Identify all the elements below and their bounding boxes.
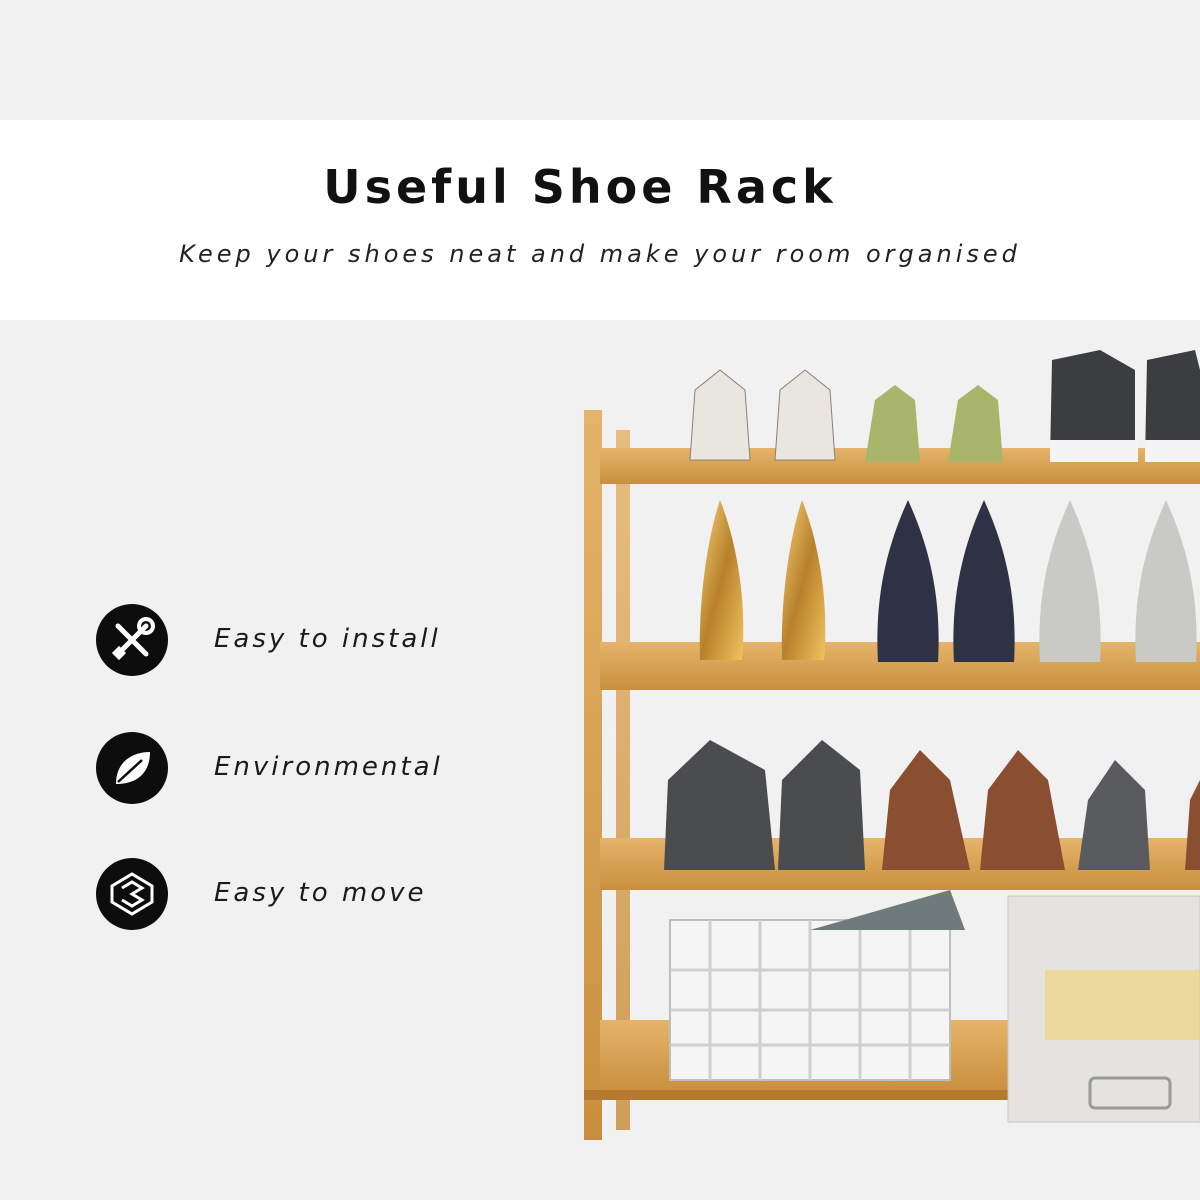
shoe-rack-photo (584, 350, 1200, 1140)
move-icon (96, 858, 168, 930)
page-title: Useful Shoe Rack (323, 160, 837, 214)
top-shelf-shoes (689, 350, 1200, 462)
second-shelf-shoes (699, 500, 1197, 662)
third-shelf-shoes (664, 740, 1200, 870)
feature-label: Easy to move (214, 878, 427, 908)
feature-environmental: Environmental (96, 732, 516, 804)
feature-easy-move: Easy to move (96, 858, 516, 930)
page-subtitle: Keep your shoes neat and make your room … (179, 240, 1021, 268)
header-banner (0, 120, 1200, 320)
feature-easy-install: Easy to install (96, 604, 516, 676)
tools-icon (96, 604, 168, 676)
feature-label: Easy to install (214, 624, 441, 654)
leaf-icon (96, 732, 168, 804)
feature-label: Environmental (214, 752, 443, 782)
